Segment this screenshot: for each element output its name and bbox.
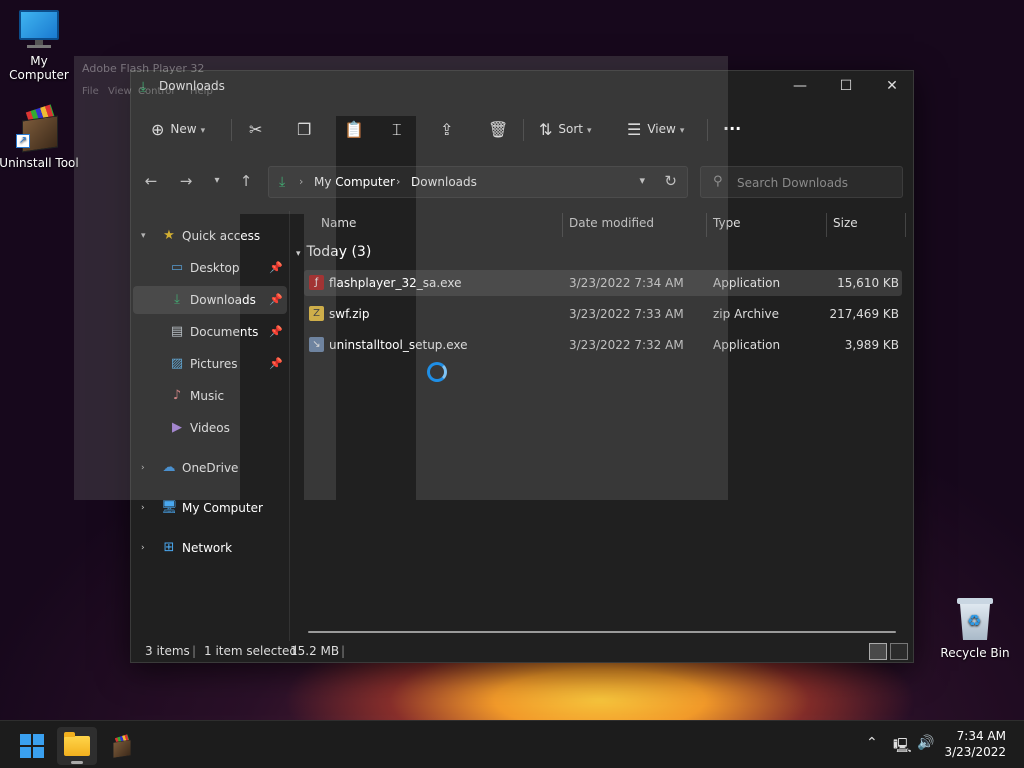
column-header-size[interactable]: Size	[833, 211, 858, 235]
details-view-button[interactable]	[869, 643, 887, 660]
file-size: 3,989 KB	[844, 338, 899, 352]
system-clock[interactable]: 7:34 AM 3/23/2022	[944, 728, 1006, 760]
pin-icon[interactable]: 📌	[269, 286, 283, 314]
status-size: 15.2 MB	[290, 644, 340, 658]
search-box[interactable]: ⚲	[700, 166, 903, 198]
desktop-icon-label: Uninstall Tool	[0, 156, 79, 170]
column-separator[interactable]	[826, 213, 827, 237]
pane-divider[interactable]	[289, 211, 290, 641]
tiles-view-button[interactable]	[890, 643, 908, 660]
maximize-button[interactable]: ☐	[823, 71, 869, 101]
ghost-pane	[416, 56, 430, 500]
chevron-right-icon[interactable]: ›	[141, 534, 145, 562]
status-selected: 1 item selected	[204, 644, 298, 658]
loading-spinner-icon	[427, 362, 447, 382]
active-indicator	[71, 761, 83, 764]
status-divider: |	[192, 644, 197, 658]
taskbar-uninstall-tool[interactable]	[101, 727, 141, 765]
uninstall-tool-icon	[110, 734, 133, 759]
monitor-icon	[17, 10, 61, 50]
desktop-icon-label: My Computer	[9, 54, 69, 82]
taskbar: ⌃ 🖳 🔊 7:34 AM 3/23/2022	[0, 720, 1024, 768]
sidebar-item-label: Network	[182, 541, 233, 555]
clock-time: 7:34 AM	[956, 729, 1006, 743]
search-input[interactable]	[737, 173, 897, 193]
pin-icon[interactable]: 📌	[269, 350, 283, 378]
network-icon: ⊞	[163, 540, 175, 555]
paste-icon: 📋	[344, 119, 364, 139]
ghost-pane	[304, 56, 336, 500]
clock-date: 3/23/2022	[944, 745, 1006, 759]
ghost-menu-control: Control	[138, 86, 175, 97]
ghost-pane	[430, 56, 728, 500]
folder-icon	[64, 732, 90, 756]
minimize-button[interactable]: —	[777, 71, 823, 101]
chevron-down-icon: ▾	[296, 249, 301, 259]
desktop-icon-label: Recycle Bin	[940, 646, 1010, 660]
taskbar-file-explorer[interactable]	[57, 727, 97, 765]
paste-button[interactable]: 📋	[344, 115, 370, 143]
sidebar-item-network[interactable]: › ⊞ Network	[133, 534, 287, 562]
horizontal-scrollbar[interactable]	[308, 631, 896, 633]
ghost-pane	[74, 56, 240, 500]
network-icon[interactable]: 🖳	[893, 735, 912, 759]
rename-button[interactable]: ⌶	[392, 115, 408, 143]
ghost-menu-file: File	[82, 86, 99, 97]
uninstall-tool-icon: ↗	[16, 104, 62, 153]
ghost-window-title: Adobe Flash Player 32	[82, 62, 205, 75]
ghost-pane	[336, 56, 416, 116]
status-bar: 3 items | 1 item selected 15.2 MB |	[131, 639, 913, 663]
file-size: 217,469 KB	[829, 307, 899, 321]
status-item-count: 3 items	[145, 644, 190, 658]
volume-icon[interactable]: 🔊	[917, 735, 934, 751]
chevron-up-icon[interactable]: ⌃	[866, 735, 878, 751]
column-separator[interactable]	[905, 213, 906, 237]
close-button[interactable]: ✕	[869, 71, 915, 101]
ghost-pane	[240, 56, 304, 214]
pin-icon[interactable]: 📌	[269, 254, 283, 282]
start-button[interactable]	[20, 734, 44, 758]
desktop-icon-uninstall-tool[interactable]: ↗ Uninstall Tool	[0, 104, 79, 170]
recycle-bin-icon: ♻	[955, 598, 995, 642]
status-divider: |	[341, 644, 346, 658]
monitor-icon: 🖥	[161, 500, 178, 515]
desktop-icon-recycle-bin[interactable]: ♻ Recycle Bin	[935, 598, 1015, 660]
rename-icon: ⌶	[392, 119, 402, 139]
ghost-menu-help: Help	[190, 86, 213, 97]
breadcrumb-separator: ›	[396, 175, 401, 188]
ghost-menu-view: View	[108, 86, 132, 97]
desktop-icon-my-computer[interactable]: My Computer	[0, 10, 79, 82]
file-size: 15,610 KB	[837, 276, 899, 290]
pin-icon[interactable]: 📌	[269, 318, 283, 346]
